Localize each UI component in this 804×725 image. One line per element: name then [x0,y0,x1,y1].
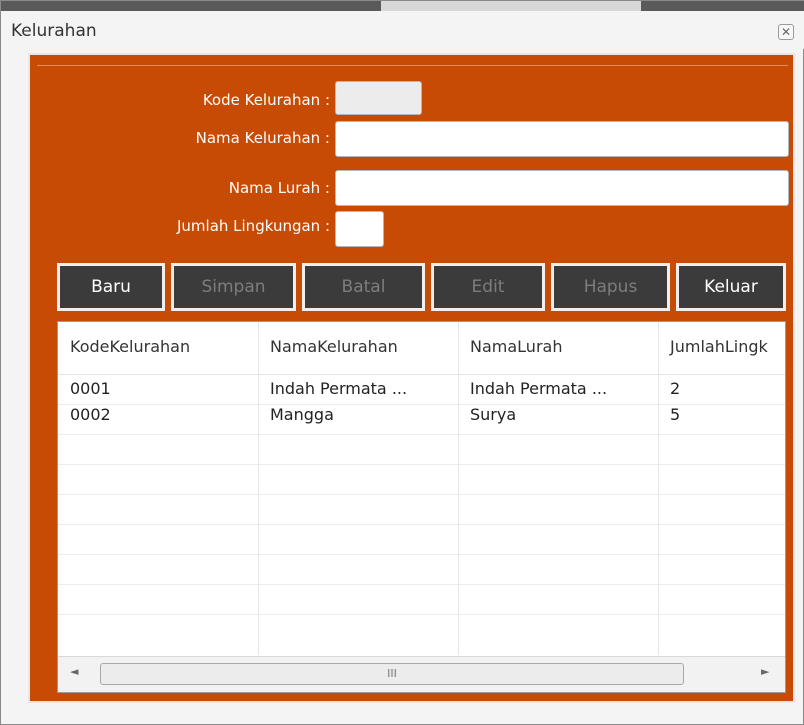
keluar-button[interactable]: Keluar [676,263,786,311]
cell-kode: 0001 [70,379,111,398]
title-bar: Kelurahan ✕ [1,11,804,49]
edit-button[interactable]: Edit [431,263,545,311]
kode-kelurahan-label: Kode Kelurahan : [202,91,330,109]
cell-kode: 0002 [70,405,111,424]
column-header-jumlahlingkungan[interactable]: JumlahLingk [658,322,785,374]
kode-kelurahan-input[interactable] [335,81,422,115]
baru-button[interactable]: Baru [57,263,165,311]
nama-lurah-label: Nama Lurah : [228,179,330,197]
column-header-kodekelurahan[interactable]: KodeKelurahan [58,322,258,374]
kelurahan-table[interactable]: KodeKelurahan NamaKelurahan NamaLurah Ju… [57,321,786,693]
close-icon: ✕ [780,25,792,39]
grip-icon: III [387,667,397,680]
cell-nama-kelurahan: Mangga [270,405,334,424]
nama-lurah-input[interactable] [335,170,789,206]
column-header-namakelurahan[interactable]: NamaKelurahan [258,322,458,374]
row-divider [58,614,785,615]
row-divider [58,584,785,585]
jumlah-lingkungan-input[interactable] [335,211,384,247]
nama-kelurahan-label: Nama Kelurahan : [195,129,330,147]
column-divider [258,322,259,655]
hapus-button[interactable]: Hapus [551,263,670,311]
jumlah-lingkungan-label: Jumlah Lingkungan : [176,217,330,235]
row-divider [58,524,785,525]
kelurahan-window: Kelurahan ✕ Kode Kelurahan : Nama Kelura… [0,0,804,725]
column-divider [658,322,659,655]
cell-jumlah: 5 [670,405,681,424]
row-divider [58,464,785,465]
window-title: Kelurahan [11,21,97,41]
table-header: KodeKelurahan NamaKelurahan NamaLurah Ju… [58,322,785,375]
close-button[interactable]: ✕ [778,24,794,40]
column-header-namalurah[interactable]: NamaLurah [458,322,658,374]
horizontal-scrollbar[interactable]: ◄ III ► [58,656,785,692]
top-strip [1,1,804,11]
cell-nama-lurah: Indah Permata ... [470,379,608,398]
cell-nama-kelurahan: Indah Permata ... [270,379,408,398]
row-divider [58,434,785,435]
row-divider [58,494,785,495]
batal-button[interactable]: Batal [302,263,425,311]
column-divider [458,322,459,655]
panel-divider [37,65,788,66]
form-panel: Kode Kelurahan : Nama Kelurahan : Nama L… [28,53,795,703]
scrollbar-thumb[interactable]: III [100,663,684,685]
nama-kelurahan-input[interactable] [335,121,789,157]
scroll-right-icon[interactable]: ► [761,665,769,678]
cell-jumlah: 2 [670,379,681,398]
cell-nama-lurah: Surya [470,405,517,424]
scroll-left-icon[interactable]: ◄ [70,665,78,678]
top-strip-light [381,1,641,11]
row-divider [58,554,785,555]
simpan-button[interactable]: Simpan [171,263,296,311]
